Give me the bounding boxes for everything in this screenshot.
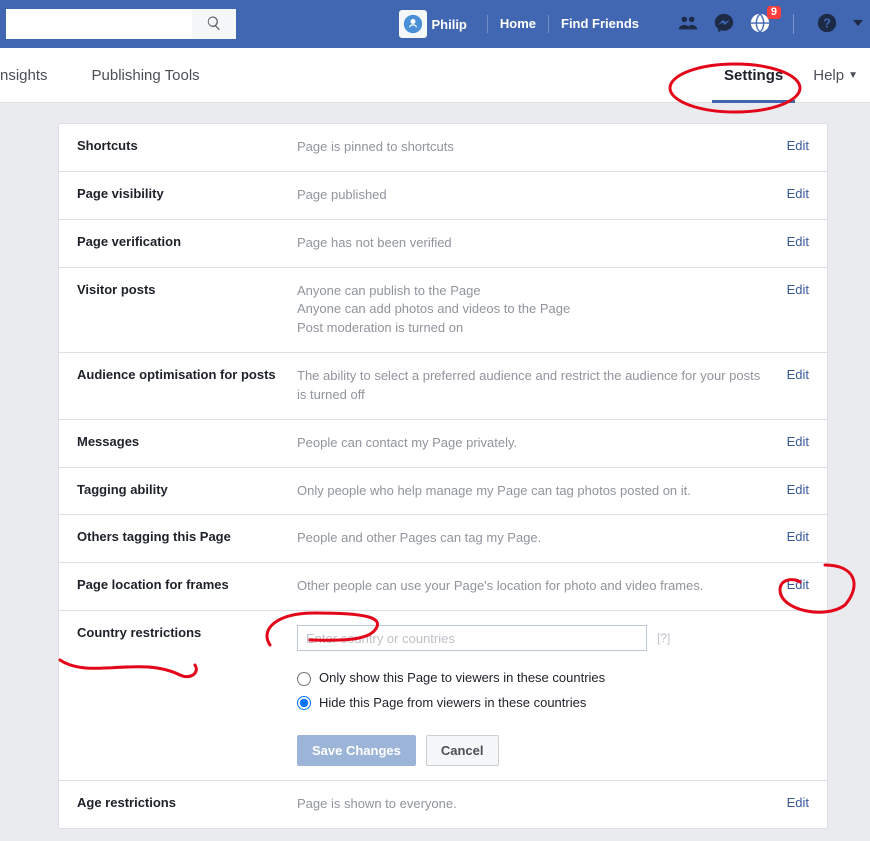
notifications-icon[interactable]: 9 <box>749 12 771 37</box>
row-desc: Page has not been verified <box>297 234 767 253</box>
username-label: Philip <box>431 17 466 32</box>
edit-link[interactable]: Edit <box>787 234 809 253</box>
row-visitor-posts: Visitor posts Anyone can publish to the … <box>59 268 827 354</box>
row-desc: The ability to select a preferred audien… <box>297 367 767 405</box>
row-page-verification: Page verification Page has not been veri… <box>59 220 827 268</box>
row-label: Page verification <box>77 234 277 253</box>
edit-link[interactable]: Edit <box>787 482 809 501</box>
row-page-visibility: Page visibility Page published Edit <box>59 172 827 220</box>
row-label: Audience optimisation for posts <box>77 367 277 405</box>
save-changes-button[interactable]: Save Changes <box>297 735 416 766</box>
row-shortcuts: Shortcuts Page is pinned to shortcuts Ed… <box>59 124 827 172</box>
friend-requests-icon[interactable] <box>677 12 699 37</box>
edit-link[interactable]: Edit <box>787 577 809 596</box>
row-desc: Anyone can publish to the Page Anyone ca… <box>297 282 767 339</box>
row-tagging-ability: Tagging ability Only people who help man… <box>59 468 827 516</box>
find-friends-link[interactable]: Find Friends <box>548 15 651 33</box>
row-label: Messages <box>77 434 277 453</box>
radio-hide[interactable]: Hide this Page from viewers in these cou… <box>297 694 809 713</box>
search-button[interactable] <box>192 9 236 39</box>
row-desc: Page is pinned to shortcuts <box>297 138 767 157</box>
radio-only-show[interactable]: Only show this Page to viewers in these … <box>297 669 809 688</box>
row-desc: Only people who help manage my Page can … <box>297 482 767 501</box>
nav-links: Home Find Friends <box>475 15 651 33</box>
profile-link[interactable]: Philip <box>399 10 466 38</box>
row-label: Others tagging this Page <box>77 529 277 548</box>
home-link[interactable]: Home <box>487 15 548 33</box>
search-input[interactable] <box>6 9 192 39</box>
account-menu-caret-icon[interactable] <box>852 16 864 32</box>
country-help-icon[interactable]: [?] <box>657 630 670 647</box>
edit-link[interactable]: Edit <box>787 367 809 405</box>
edit-link[interactable]: Edit <box>787 434 809 453</box>
edit-link[interactable]: Edit <box>787 138 809 157</box>
search-icon <box>206 15 222 34</box>
help-menu[interactable]: Help ▼ <box>805 67 870 84</box>
tab-insights[interactable]: nsights <box>0 48 70 103</box>
row-label: Visitor posts <box>77 282 277 339</box>
tab-publishing-tools[interactable]: Publishing Tools <box>70 48 222 103</box>
row-location-frames: Page location for frames Other people ca… <box>59 563 827 611</box>
row-age-restrictions: Age restrictions Page is shown to everyo… <box>59 781 827 828</box>
cancel-button[interactable]: Cancel <box>426 735 499 766</box>
search-container <box>6 9 236 39</box>
row-others-tagging: Others tagging this Page People and othe… <box>59 515 827 563</box>
svg-text:?: ? <box>823 15 831 30</box>
tab-settings[interactable]: Settings <box>702 48 805 103</box>
avatar <box>399 10 427 38</box>
edit-link[interactable]: Edit <box>787 186 809 205</box>
page-tabs-bar: nsights Publishing Tools Settings Help ▼ <box>0 48 870 103</box>
edit-link[interactable]: Edit <box>787 529 809 548</box>
row-desc: Other people can use your Page's locatio… <box>297 577 767 596</box>
help-icon[interactable]: ? <box>816 12 838 37</box>
radio-only-show-input[interactable] <box>297 672 311 686</box>
row-desc: People and other Pages can tag my Page. <box>297 529 767 548</box>
row-messages: Messages People can contact my Page priv… <box>59 420 827 468</box>
settings-panel: Shortcuts Page is pinned to shortcuts Ed… <box>58 123 828 829</box>
messenger-icon[interactable] <box>713 12 735 37</box>
top-nav-bar: Philip Home Find Friends 9 ? <box>0 0 870 48</box>
radio-hide-input[interactable] <box>297 696 311 710</box>
row-label: Tagging ability <box>77 482 277 501</box>
row-label: Page location for frames <box>77 577 277 596</box>
country-input[interactable] <box>297 625 647 651</box>
row-label: Shortcuts <box>77 138 277 157</box>
row-desc: Page is shown to everyone. <box>297 795 767 814</box>
row-audience-optimisation: Audience optimisation for posts The abil… <box>59 353 827 420</box>
row-desc: Page published <box>297 186 767 205</box>
help-menu-label: Help <box>813 67 844 84</box>
row-label: Page visibility <box>77 186 277 205</box>
row-label: Age restrictions <box>77 795 277 814</box>
chevron-down-icon: ▼ <box>848 70 858 81</box>
notification-badge: 9 <box>767 6 781 19</box>
edit-link[interactable]: Edit <box>787 795 809 814</box>
row-label: Country restrictions <box>77 625 277 766</box>
edit-link[interactable]: Edit <box>787 282 809 339</box>
row-country-restrictions: Country restrictions [?] Only show this … <box>59 611 827 781</box>
row-desc: People can contact my Page privately. <box>297 434 767 453</box>
header-icons: 9 ? <box>677 12 864 37</box>
